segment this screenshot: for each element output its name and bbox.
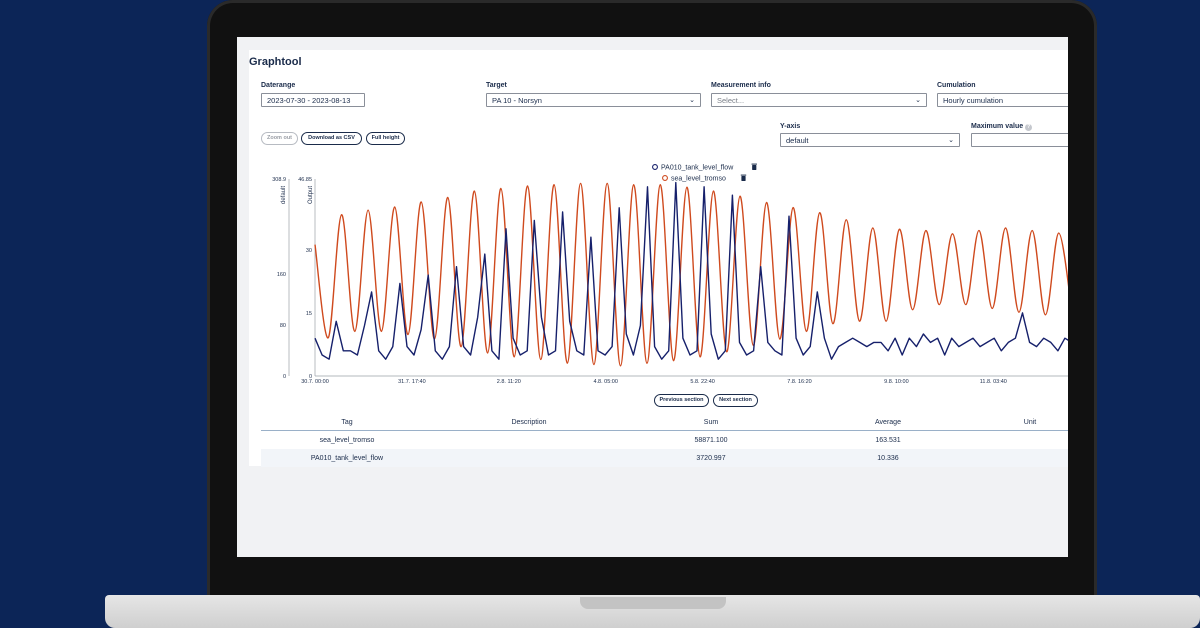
x-tick-label: 4.8. 05:00 [593, 379, 617, 385]
table-cell: 3720.997 [625, 449, 797, 467]
measurement-placeholder: Select... [717, 96, 745, 105]
x-tick-label: 11.8. 03:40 [980, 379, 1007, 385]
x-tick-label: 9.8. 10:00 [884, 379, 908, 385]
x-tick-label: 5.8. 22:40 [690, 379, 714, 385]
target-value: PA 10 - Norsyn [492, 96, 542, 105]
cumulation-select[interactable]: Hourly cumulation [937, 93, 1068, 107]
x-tick-label: 31.7. 17:40 [398, 379, 426, 385]
table-cell [433, 449, 625, 467]
column-header[interactable]: Unit [979, 415, 1068, 431]
y-tick-label-default: 0 [283, 374, 286, 380]
y-axis-title-output: Output [308, 186, 314, 204]
y-tick-label-default: 160 [277, 272, 286, 278]
max-value-label: Maximum value ? [971, 123, 1033, 131]
table-cell: sea_level_tromso [319, 436, 375, 444]
page-title: Graphtool [249, 56, 302, 68]
x-tick-label: 2.8. 11:20 [497, 379, 521, 385]
cumulation-label: Cumulation [937, 82, 976, 89]
legend-marker [652, 164, 658, 170]
y-tick-label-output: 30 [306, 248, 312, 254]
y-tick-label-output: 15 [306, 311, 312, 317]
full-height-button[interactable]: Full height [366, 132, 405, 145]
download-csv-button[interactable]: Download as CSV [301, 132, 362, 145]
target-select[interactable]: PA 10 - Norsyn ⌄ [486, 93, 701, 107]
legend-label: PA010_tank_level_flow [661, 165, 734, 172]
measurement-label: Measurement info [711, 82, 771, 89]
legend-marker [662, 175, 668, 181]
trash-icon[interactable] [741, 176, 746, 181]
legend-label: sea_level_tromso [671, 176, 726, 183]
y-axis-select[interactable]: default ⌄ [780, 133, 960, 147]
y-tick-label-output: 46.85 [298, 177, 312, 183]
table-cell [433, 431, 625, 450]
y-axis-title-default: default [281, 186, 287, 204]
table-cell: 10.336 [797, 449, 979, 467]
trash-icon-lid [751, 163, 757, 165]
trash-icon[interactable] [752, 165, 757, 170]
max-value-text: Maximum value [971, 123, 1024, 130]
table-cell: PA010_tank_level_flow [261, 449, 433, 467]
table-cell: 163.531 [875, 436, 901, 444]
max-value-input[interactable] [971, 133, 1068, 147]
app-screen: Graphtool Daterange 2023-07-30 - 2023-08… [237, 37, 1068, 557]
summary-table: Tag Description Sum Average Unit sea_lev… [261, 415, 1068, 467]
table-cell [979, 449, 1068, 467]
zoom-out-button[interactable]: Zoom out [261, 132, 298, 145]
daterange-input[interactable]: 2023-07-30 - 2023-08-13 [261, 93, 365, 107]
help-icon[interactable]: ? [1025, 124, 1033, 131]
x-tick-label: 30.7. 00:00 [301, 379, 329, 385]
column-header[interactable]: Average [797, 415, 979, 431]
column-header[interactable]: Sum [625, 415, 797, 431]
table-cell [979, 431, 1068, 450]
table-row[interactable]: sea_level_tromso 58871.100 163.531 [261, 431, 1068, 450]
measurement-select[interactable]: Select... ⌄ [711, 93, 927, 107]
x-tick-label: 7.8. 16:20 [787, 379, 811, 385]
target-label: Target [486, 82, 507, 89]
chevron-down-icon: ⌄ [915, 97, 921, 104]
trash-icon-lid [740, 174, 747, 176]
table-row[interactable]: PA010_tank_level_flow 3720.997 10.336 [261, 449, 1068, 467]
y-axis-value: default [786, 136, 809, 145]
previous-section-button[interactable]: Previous section [654, 394, 709, 407]
laptop-notch [580, 597, 726, 609]
y-tick-label-default: 80 [280, 323, 286, 329]
table-header-row: Tag Description Sum Average Unit [261, 415, 1068, 431]
chevron-down-icon: ⌄ [689, 97, 695, 104]
y-axis-label: Y-axis [780, 123, 801, 130]
chevron-down-icon: ⌄ [948, 137, 954, 144]
daterange-label: Daterange [261, 82, 296, 89]
column-header[interactable]: Tag [261, 415, 433, 431]
next-section-button[interactable]: Next section [713, 394, 758, 407]
line-chart[interactable]: 308.916080046.8530150default Output30.7. … [237, 157, 1068, 397]
table-cell: 58871.100 [694, 436, 728, 444]
column-header[interactable]: Description [433, 415, 625, 431]
y-tick-label-default: 308.9 [272, 177, 286, 183]
